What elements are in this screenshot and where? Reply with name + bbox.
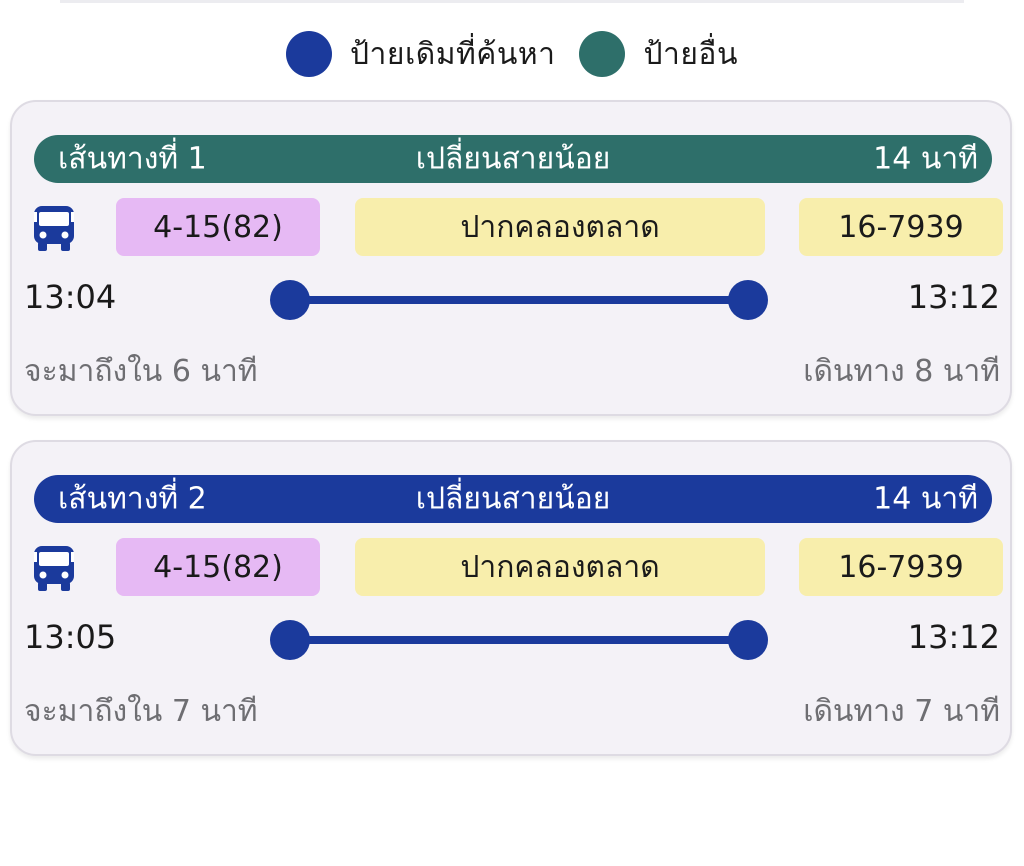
timeline-bar [290, 636, 748, 644]
legend-label-original: ป้ายเดิมที่ค้นหา [350, 36, 556, 72]
route-type-label: เปลี่ยนสายน้อย [415, 481, 611, 517]
top-divider [60, 0, 964, 3]
other-stop-dot-icon [579, 31, 626, 77]
departure-time: 13:05 [24, 618, 117, 656]
route-type-label: เปลี่ยนสายน้อย [415, 141, 611, 177]
route-card[interactable]: เส้นทางที่ 2 เปลี่ยนสายน้อย 14 นาที 4-15… [10, 440, 1012, 756]
legend-label-other: ป้ายอื่น [643, 36, 738, 72]
legend: ป้ายเดิมที่ค้นหา ป้ายอื่น [0, 30, 1024, 78]
route-duration-label: 14 นาที [873, 481, 978, 517]
bus-route-chip: 4-15(82) [116, 198, 320, 256]
route-number-label: เส้นทางที่ 2 [58, 481, 207, 517]
bus-route-chip: 4-15(82) [116, 538, 320, 596]
bus-icon [34, 206, 74, 251]
timeline-start-dot-icon [270, 280, 310, 320]
route-card[interactable]: เส้นทางที่ 1 เปลี่ยนสายน้อย 14 นาที 4-15… [10, 100, 1012, 416]
travel-time-text: เดินทาง 7 นาที [803, 694, 1000, 729]
arrival-time: 13:12 [907, 618, 1000, 656]
license-plate-chip: 16-7939 [799, 538, 1003, 596]
timeline-bar [290, 296, 748, 304]
arrive-in-text: จะมาถึงใน 6 นาที [24, 354, 258, 389]
arrive-in-text: จะมาถึงใน 7 นาที [24, 694, 258, 729]
legend-item-original-stop: ป้ายเดิมที่ค้นหา [286, 31, 555, 78]
arrival-time: 13:12 [907, 278, 1000, 316]
route-header: เส้นทางที่ 2 เปลี่ยนสายน้อย 14 นาที [34, 475, 992, 523]
route-header: เส้นทางที่ 1 เปลี่ยนสายน้อย 14 นาที [34, 135, 992, 183]
bus-stop-chip: ปากคลองตลาด [355, 198, 765, 256]
legend-item-other-stop: ป้ายอื่น [579, 31, 738, 78]
bus-stop-chip: ปากคลองตลาด [355, 538, 765, 596]
original-stop-dot-icon [286, 31, 333, 77]
timeline-end-dot-icon [728, 280, 768, 320]
travel-time-text: เดินทาง 8 นาที [803, 354, 1000, 389]
trip-timeline [270, 280, 768, 320]
timeline-end-dot-icon [728, 620, 768, 660]
route-number-label: เส้นทางที่ 1 [58, 141, 207, 177]
timeline-start-dot-icon [270, 620, 310, 660]
bus-icon [34, 546, 74, 591]
departure-time: 13:04 [24, 278, 117, 316]
trip-timeline [270, 620, 768, 660]
license-plate-chip: 16-7939 [799, 198, 1003, 256]
route-duration-label: 14 นาที [873, 141, 978, 177]
